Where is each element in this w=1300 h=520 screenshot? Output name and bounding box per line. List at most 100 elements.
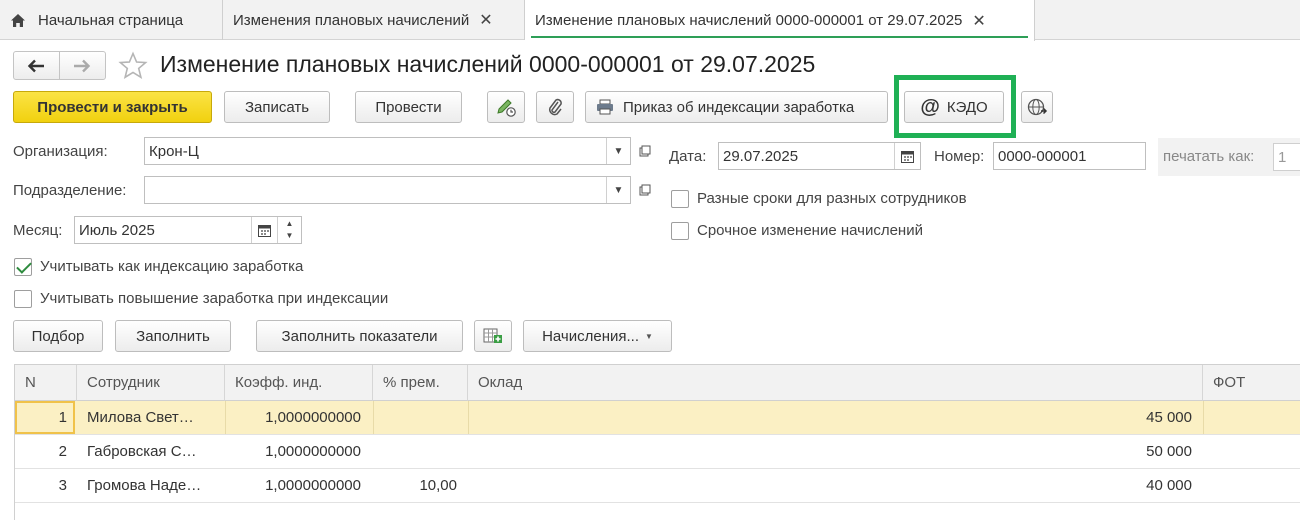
column-header-bonus[interactable]: % прем. xyxy=(373,365,468,401)
column-header-coef[interactable]: Коэфф. инд. xyxy=(225,365,373,401)
row-coef[interactable]: 1,0000000000 xyxy=(225,435,361,468)
globe-arrow-icon xyxy=(1027,98,1048,116)
calendar-icon[interactable] xyxy=(251,217,277,243)
accruals-dropdown-button[interactable]: Начисления... ▼ xyxy=(523,320,672,352)
table-add-icon xyxy=(483,328,502,343)
raise-on-indexation-label: Учитывать повышение заработка при индекс… xyxy=(40,290,389,307)
pencil-clock-icon xyxy=(497,99,516,117)
row-bonus[interactable]: 10,00 xyxy=(373,469,457,502)
table-row[interactable]: 1 Милова Свет… 1,0000000000 45 000 xyxy=(15,401,1300,435)
tab-changes-list-label: Изменения плановых начислений xyxy=(233,11,470,29)
row-bonus[interactable] xyxy=(373,401,457,434)
department-field[interactable]: ▼ xyxy=(144,176,631,204)
add-column-button[interactable] xyxy=(474,320,512,352)
arrow-right-icon xyxy=(74,59,91,72)
home-icon xyxy=(10,13,26,28)
printer-icon xyxy=(597,99,613,115)
open-department-button[interactable] xyxy=(634,177,656,203)
row-salary[interactable]: 50 000 xyxy=(468,435,1192,468)
number-label: Номер: xyxy=(934,148,985,165)
page-title: Изменение плановых начислений 0000-00000… xyxy=(160,51,816,77)
web-share-button[interactable] xyxy=(1021,91,1053,123)
department-label: Подразделение: xyxy=(13,182,127,199)
post-button[interactable]: Провести xyxy=(355,91,462,123)
month-stepper[interactable]: ▲ ▼ xyxy=(277,217,301,243)
calendar-icon[interactable] xyxy=(894,143,920,169)
employees-table: N Сотрудник Коэфф. инд. % прем. Оклад ФО… xyxy=(14,364,1300,520)
close-icon[interactable]: ✕ xyxy=(479,10,492,30)
kedo-label: КЭДО xyxy=(946,98,988,116)
urgent-change-checkbox[interactable] xyxy=(671,222,689,240)
chevron-up-icon[interactable]: ▲ xyxy=(286,218,294,230)
favorite-star-icon[interactable] xyxy=(118,51,148,81)
month-value: Июль 2025 xyxy=(79,221,155,239)
organization-field[interactable]: Крон-Ц ▼ xyxy=(144,137,631,165)
print-as-label: печатать как: xyxy=(1163,148,1255,165)
organization-label: Организация: xyxy=(13,143,108,160)
month-field[interactable]: Июль 2025 ▲ ▼ xyxy=(74,216,302,244)
tab-changes-list[interactable]: Изменения плановых начислений ✕ xyxy=(223,0,525,40)
at-sign-icon: @ xyxy=(920,96,940,118)
print-as-panel: печатать как: 1 xyxy=(1158,138,1300,176)
row-salary[interactable]: 45 000 xyxy=(468,401,1192,434)
pick-button[interactable]: Подбор xyxy=(13,320,103,352)
tab-bar: Начальная страница Изменения плановых на… xyxy=(0,0,1300,41)
date-field[interactable]: 29.07.2025 xyxy=(718,142,921,170)
date-value: 29.07.2025 xyxy=(723,147,799,165)
open-organization-button[interactable] xyxy=(634,138,656,164)
chevron-down-icon[interactable]: ▼ xyxy=(606,138,630,164)
column-header-salary[interactable]: Оклад xyxy=(468,365,1203,401)
row-bonus[interactable] xyxy=(373,435,457,468)
accruals-label: Начисления... xyxy=(542,327,639,345)
number-field[interactable]: 0000-000001 xyxy=(993,142,1146,170)
row-employee[interactable]: Милова Свет… xyxy=(87,401,223,434)
different-dates-label: Разные сроки для разных сотрудников xyxy=(697,190,967,207)
open-window-icon xyxy=(639,145,651,157)
arrow-left-icon xyxy=(28,59,45,72)
back-button[interactable] xyxy=(14,52,60,79)
fill-indicators-button[interactable]: Заполнить показатели xyxy=(256,320,463,352)
row-coef[interactable]: 1,0000000000 xyxy=(225,401,361,434)
table-row[interactable]: 2 Габровская С… 1,0000000000 50 000 xyxy=(15,435,1300,469)
print-as-value: 1 xyxy=(1278,148,1287,166)
indexation-label: Учитывать как индексацию заработка xyxy=(40,258,304,275)
row-number[interactable]: 3 xyxy=(15,469,67,502)
tab-document-label: Изменение плановых начислений 0000-00000… xyxy=(535,12,963,29)
open-window-icon xyxy=(639,184,651,196)
number-value: 0000-000001 xyxy=(998,147,1087,165)
save-button[interactable]: Записать xyxy=(224,91,330,123)
indexation-checkbox[interactable] xyxy=(14,258,32,276)
tab-home[interactable]: Начальная страница xyxy=(0,0,223,40)
print-as-field[interactable]: 1 xyxy=(1273,143,1300,171)
column-header-n[interactable]: N xyxy=(15,365,77,401)
fill-button[interactable]: Заполнить xyxy=(115,320,231,352)
raise-on-indexation-checkbox[interactable] xyxy=(14,290,32,308)
close-icon[interactable]: ✕ xyxy=(972,11,985,31)
post-and-close-button[interactable]: Провести и закрыть xyxy=(13,91,212,123)
tab-document[interactable]: Изменение плановых начислений 0000-00000… xyxy=(525,0,1035,41)
date-label: Дата: xyxy=(669,148,707,165)
print-order-button[interactable]: Приказ об индексации заработка xyxy=(585,91,888,123)
row-employee[interactable]: Габровская С… xyxy=(87,435,223,468)
month-label: Месяц: xyxy=(13,222,63,239)
row-coef[interactable]: 1,0000000000 xyxy=(225,469,361,502)
row-number[interactable]: 1 xyxy=(15,401,67,434)
attachments-button[interactable] xyxy=(536,91,574,123)
row-salary[interactable]: 40 000 xyxy=(468,469,1192,502)
edit-history-button[interactable] xyxy=(487,91,525,123)
column-header-fot[interactable]: ФОТ xyxy=(1203,365,1300,401)
chevron-down-icon[interactable]: ▼ xyxy=(606,177,630,203)
paperclip-icon xyxy=(549,98,562,116)
column-header-employee[interactable]: Сотрудник xyxy=(77,365,225,401)
organization-value: Крон-Ц xyxy=(149,142,199,160)
chevron-down-icon[interactable]: ▼ xyxy=(286,230,294,242)
print-order-label: Приказ об индексации заработка xyxy=(623,98,855,116)
chevron-down-icon: ▼ xyxy=(645,331,653,341)
different-dates-checkbox[interactable] xyxy=(671,190,689,208)
tab-home-label: Начальная страница xyxy=(38,11,184,29)
table-row[interactable]: 3 Громова Наде… 1,0000000000 10,00 40 00… xyxy=(15,469,1300,503)
row-number[interactable]: 2 xyxy=(15,435,67,468)
forward-button[interactable] xyxy=(60,52,106,79)
kedo-button[interactable]: @ КЭДО xyxy=(904,91,1004,123)
row-employee[interactable]: Громова Наде… xyxy=(87,469,223,502)
